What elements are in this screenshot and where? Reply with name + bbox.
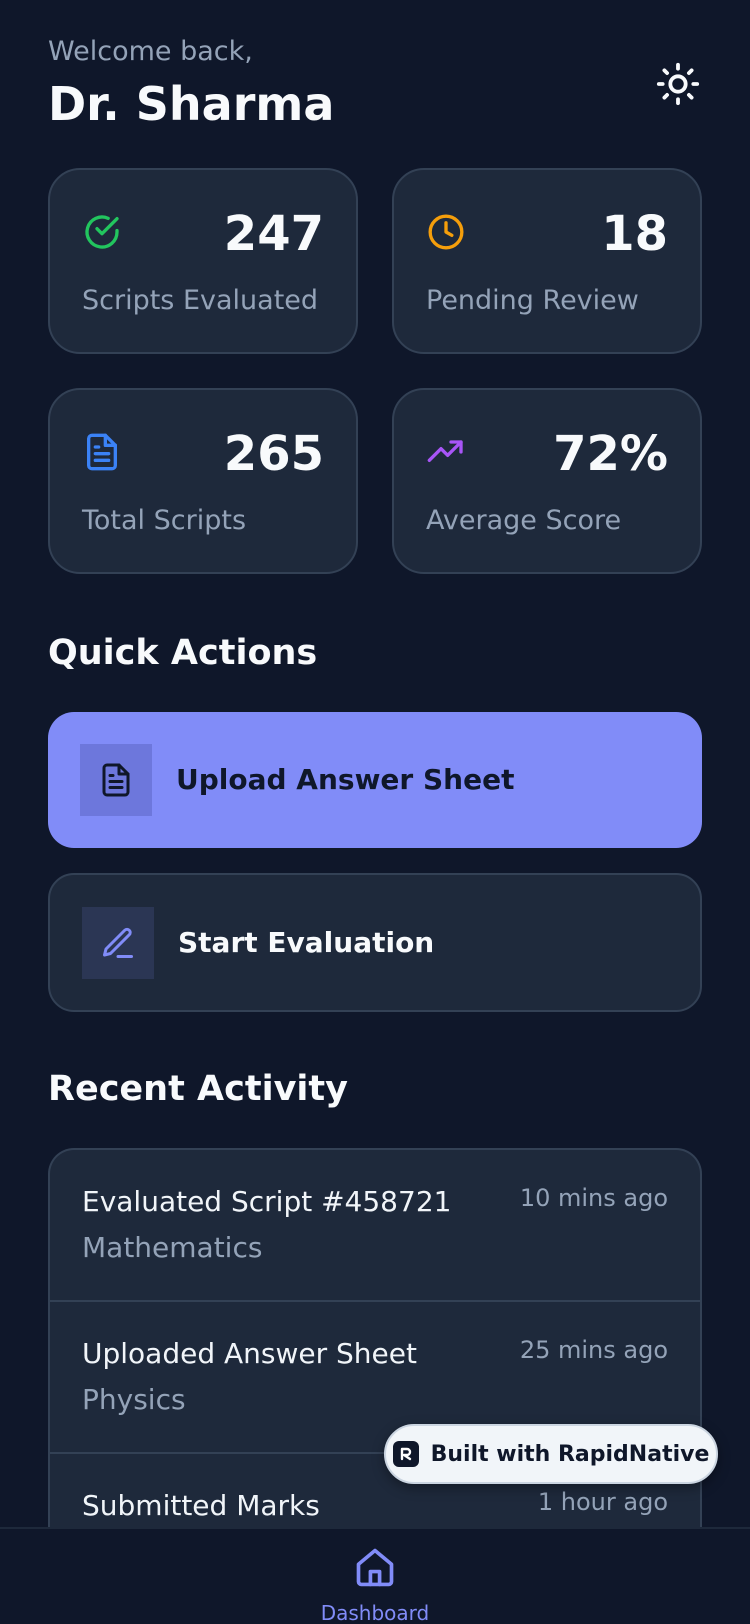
bottom-navigation: Dashboard	[0, 1527, 750, 1624]
clock-icon	[428, 214, 464, 250]
activity-item[interactable]: Evaluated Script #458721 Mathematics 10 …	[50, 1150, 700, 1302]
dashboard-screen: Welcome back, Dr. Sharma 247 Scripts Eva…	[0, 0, 750, 1624]
activity-subject: Mathematics	[82, 1231, 263, 1264]
stat-card-total-scripts: 265 Total Scripts	[48, 388, 358, 574]
nav-item-dashboard[interactable]: Dashboard	[300, 1529, 450, 1624]
activity-time: 1 hour ago	[537, 1488, 668, 1516]
activity-time: 25 mins ago	[519, 1336, 668, 1364]
action-label: Upload Answer Sheet	[176, 763, 515, 796]
stat-value: 18	[601, 206, 668, 262]
activity-title: Submitted Marks	[82, 1489, 320, 1522]
stat-label: Total Scripts	[82, 505, 247, 536]
stat-label: Scripts Evaluated	[82, 285, 319, 316]
document-icon	[102, 763, 130, 797]
stat-card-average-score: 72% Average Score	[392, 388, 702, 574]
stat-value: 265	[223, 426, 324, 482]
stat-value: 247	[223, 206, 324, 262]
stat-label: Average Score	[426, 505, 622, 536]
nav-label: Dashboard	[320, 1601, 430, 1624]
rapidnative-logo-icon	[392, 1441, 419, 1467]
document-icon	[87, 433, 118, 471]
user-name: Dr. Sharma	[48, 77, 335, 131]
theme-toggle-button[interactable]	[654, 60, 702, 108]
built-with-rapidnative-badge[interactable]: Built with RapidNative	[384, 1424, 718, 1484]
stat-label: Pending Review	[426, 285, 639, 316]
stats-grid: 247 Scripts Evaluated 18 Pending Review …	[48, 168, 702, 574]
action-icon-box	[82, 906, 154, 979]
activity-time: 10 mins ago	[519, 1184, 668, 1212]
trending-up-icon	[427, 440, 463, 462]
upload-answer-sheet-button[interactable]: Upload Answer Sheet	[48, 712, 702, 848]
activity-subject: Physics	[82, 1383, 186, 1416]
quick-actions-title: Quick Actions	[48, 633, 318, 673]
header: Welcome back, Dr. Sharma	[48, 34, 702, 134]
action-label: Start Evaluation	[178, 925, 435, 959]
activity-title: Evaluated Script #458721	[82, 1185, 452, 1218]
recent-activity-title: Recent Activity	[48, 1069, 348, 1109]
action-icon-box	[80, 744, 152, 816]
stat-card-pending-review: 18 Pending Review	[392, 168, 702, 354]
stat-card-scripts-evaluated: 247 Scripts Evaluated	[48, 168, 358, 354]
pen-icon	[103, 927, 133, 958]
sun-icon	[656, 62, 700, 106]
activity-title: Uploaded Answer Sheet	[82, 1337, 417, 1370]
start-evaluation-button[interactable]: Start Evaluation	[48, 873, 702, 1012]
home-icon	[356, 1548, 394, 1587]
check-circle-icon	[85, 215, 119, 249]
stat-value: 72%	[553, 426, 668, 482]
badge-text: Built with RapidNative	[430, 1441, 710, 1467]
welcome-text: Welcome back,	[48, 36, 253, 67]
